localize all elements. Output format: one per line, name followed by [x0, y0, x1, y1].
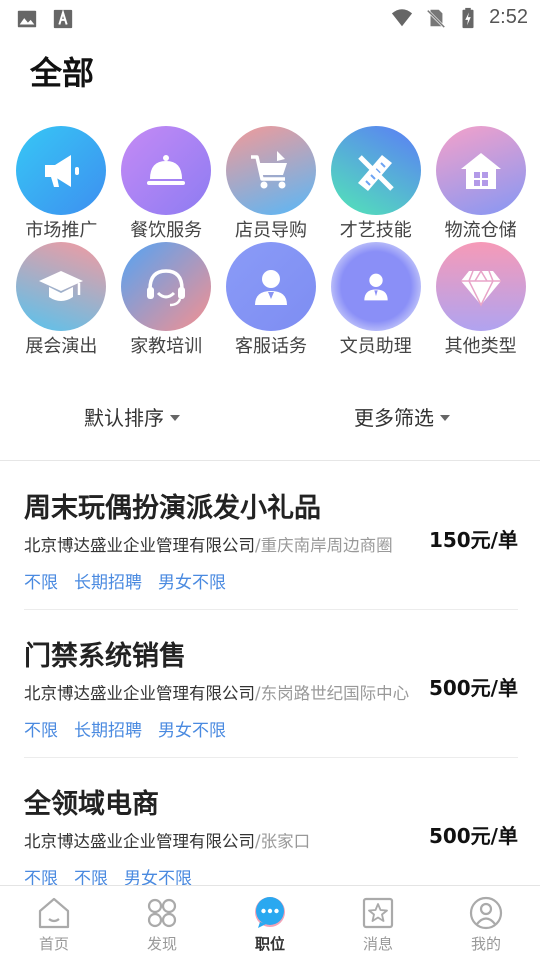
customer-service-icon	[254, 269, 287, 305]
more-filter-label: 更多筛选	[354, 406, 434, 430]
cloche-icon	[147, 154, 186, 185]
job-tags: 不限 长期招聘 男女不限	[24, 568, 226, 593]
category-exhibition[interactable]: 展会演出	[9, 242, 114, 358]
category-label: 文员助理	[339, 336, 412, 357]
bottom-nav: 首页 发现 职位 消息 我的	[0, 885, 540, 960]
battery-charging-icon	[462, 7, 474, 28]
nav-discover[interactable]: 发现	[108, 886, 216, 960]
job-title: 门禁系统销售	[24, 641, 186, 672]
job-company: 北京博达盛业企业管理有限公司	[24, 832, 255, 851]
category-label: 物流仓储	[444, 220, 517, 241]
sort-dropdown[interactable]: 默认排序	[84, 402, 180, 431]
category-tutoring[interactable]: 家教培训	[114, 242, 219, 358]
category-label: 展会演出	[25, 336, 98, 357]
nav-home[interactable]: 首页	[0, 886, 108, 960]
chat-bubble-icon	[255, 897, 285, 928]
filter-bar: 默认排序 更多筛选	[0, 396, 540, 442]
warehouse-icon	[460, 152, 501, 189]
category-marketing[interactable]: 市场推广	[9, 126, 114, 242]
category-label: 客服话务	[234, 336, 307, 357]
job-card[interactable]: 门禁系统销售 北京博达盛业企业管理有限公司/东岗路世纪国际中心 500元/单 不…	[24, 610, 518, 758]
category-label: 家教培训	[130, 336, 203, 357]
job-price: 150元/单	[428, 528, 518, 552]
nav-profile[interactable]: 我的	[432, 886, 540, 960]
category-label: 餐饮服务	[130, 220, 203, 241]
job-company: 北京博达盛业企业管理有限公司	[24, 536, 255, 555]
job-company: 北京博达盛业企业管理有限公司	[24, 684, 255, 703]
job-meta: 北京博达盛业企业管理有限公司/重庆南岸周边商圈	[24, 532, 393, 556]
font-icon	[53, 9, 73, 29]
message-star-icon	[362, 897, 394, 929]
divider	[0, 460, 540, 461]
sort-label: 默认排序	[84, 406, 164, 430]
wifi-icon	[391, 8, 413, 26]
diamond-icon	[460, 270, 501, 307]
job-tag: 男女不限	[158, 573, 226, 593]
nav-label: 首页	[38, 935, 69, 953]
job-title: 全领域电商	[24, 789, 159, 820]
category-customer-service[interactable]: 客服话务	[219, 242, 324, 358]
category-logistics[interactable]: 物流仓储	[428, 126, 533, 242]
image-icon	[17, 10, 37, 28]
job-tag: 长期招聘	[74, 721, 142, 741]
job-price: 500元/单	[428, 824, 518, 848]
category-shop-assistant[interactable]: 店员导购	[219, 126, 324, 242]
shopping-cart-icon	[250, 150, 287, 188]
job-tag: 不限	[24, 721, 58, 741]
category-label: 才艺技能	[339, 220, 412, 241]
job-meta: 北京博达盛业企业管理有限公司/东岗路世纪国际中心	[24, 680, 409, 704]
caret-down-icon	[440, 414, 450, 421]
clerk-icon	[364, 273, 388, 300]
job-card[interactable]: 周末玩偶扮演派发小礼品 北京博达盛业企业管理有限公司/重庆南岸周边商圈 150元…	[24, 462, 518, 610]
megaphone-icon	[45, 154, 80, 187]
job-location: 重庆南岸周边商圈	[260, 536, 393, 555]
job-location: 张家口	[260, 832, 311, 851]
profile-icon	[469, 896, 503, 930]
category-catering[interactable]: 餐饮服务	[114, 126, 219, 242]
job-title: 周末玩偶扮演派发小礼品	[24, 493, 321, 524]
job-tags: 不限 长期招聘 男女不限	[24, 716, 226, 741]
category-label: 市场推广	[25, 220, 98, 241]
job-card[interactable]: 全领域电商 北京博达盛业企业管理有限公司/张家口 500元/单 不限 不限 男女…	[24, 758, 518, 906]
nav-label: 发现	[146, 935, 177, 953]
ruler-pencil-icon	[357, 154, 394, 191]
nav-label: 消息	[362, 935, 393, 953]
status-bar: 2:52	[0, 0, 540, 36]
nav-messages[interactable]: 消息	[324, 886, 432, 960]
job-meta: 北京博达盛业企业管理有限公司/张家口	[24, 828, 310, 852]
job-list: 周末玩偶扮演派发小礼品 北京博达盛业企业管理有限公司/重庆南岸周边商圈 150元…	[24, 462, 518, 906]
category-talent-skills[interactable]: 才艺技能	[323, 126, 428, 242]
home-icon	[38, 897, 70, 929]
graduation-cap-icon	[39, 270, 84, 301]
category-label: 店员导购	[234, 220, 307, 241]
category-other[interactable]: 其他类型	[428, 242, 533, 358]
category-grid: 市场推广 餐饮服务 店员导购 才艺技能 物流仓储 展会演出 家教培训 客服话务 …	[9, 126, 533, 358]
job-tag: 男女不限	[158, 721, 226, 741]
page-title: 全部	[30, 54, 95, 92]
headset-icon	[147, 268, 186, 306]
category-label: 其他类型	[444, 336, 517, 357]
nav-label: 我的	[470, 935, 501, 953]
nav-jobs[interactable]: 职位	[216, 886, 324, 960]
category-clerk[interactable]: 文员助理	[323, 242, 428, 358]
caret-down-icon	[170, 414, 180, 421]
job-price: 500元/单	[428, 676, 518, 700]
status-time: 2:52	[489, 6, 528, 28]
more-filter-dropdown[interactable]: 更多筛选	[354, 402, 450, 431]
no-sim-icon	[426, 9, 446, 28]
job-location: 东岗路世纪国际中心	[260, 684, 410, 703]
job-tag: 不限	[24, 573, 58, 593]
nav-label: 职位	[254, 935, 285, 953]
discover-icon	[147, 898, 177, 928]
job-tag: 长期招聘	[74, 573, 142, 593]
